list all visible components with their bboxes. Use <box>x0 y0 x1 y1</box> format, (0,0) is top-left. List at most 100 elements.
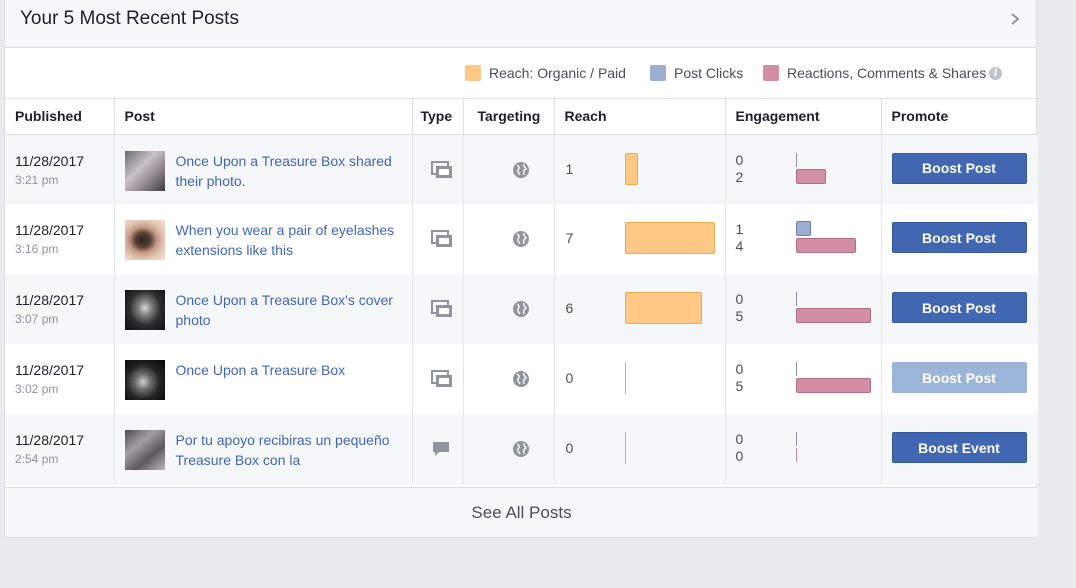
reach-value: 6 <box>565 300 574 316</box>
shared-photo-icon <box>430 370 453 391</box>
reactions-value: 5 <box>735 308 744 324</box>
post-clicks-bar <box>795 362 797 376</box>
reach-bar <box>624 432 626 464</box>
published-date: 11/28/2017 <box>15 152 85 169</box>
post-link[interactable]: Once Upon a Treasure Box shared their ph… <box>176 151 401 191</box>
reactions-value: 0 <box>735 448 744 464</box>
post-link[interactable]: Once Upon a Treasure Box's cover photo <box>176 290 401 330</box>
post-thumbnail[interactable] <box>124 360 165 400</box>
chevron-right-icon[interactable] <box>1008 12 1022 26</box>
legend: Reach: Organic / Paid Post Clicks Reacti… <box>5 48 1036 99</box>
reach-cell: 1 <box>554 134 726 204</box>
legend-label-post-clicks: Post Clicks <box>674 65 744 81</box>
targeting-cell <box>463 204 555 274</box>
boost-button[interactable]: Boost Post <box>891 362 1027 393</box>
published-time: 2:54 pm <box>15 452 59 466</box>
legend-swatch-reactions <box>763 65 779 81</box>
panel-title: Your 5 Most Recent Posts <box>20 8 239 29</box>
info-icon[interactable]: i <box>989 66 1003 80</box>
post-cell: Once Upon a Treasure Box's cover photo <box>114 274 413 344</box>
column-header-post: Post <box>114 99 413 135</box>
engagement-cell: 0 5 <box>725 274 882 344</box>
targeting-cell <box>463 414 555 484</box>
post-clicks-bar <box>795 292 797 306</box>
published-cell: 11/28/2017 3:21 pm <box>5 134 115 204</box>
promote-cell: Boost Post <box>881 204 1038 274</box>
legend-label-reactions: Reactions, Comments & Shares <box>787 65 987 81</box>
targeting-cell <box>463 344 555 414</box>
table-row: 11/28/2017 3:21 pm Once Upon a Treasure … <box>5 134 1038 204</box>
shared-photo-icon <box>430 160 453 182</box>
boost-button[interactable]: Boost Post <box>891 152 1027 184</box>
table-row: 11/28/2017 3:02 pm Once Upon a Treasure … <box>5 344 1038 414</box>
table-row: 11/28/2017 3:16 pm When you wear a pair … <box>5 204 1038 274</box>
post-cell: Por tu apoyo recibiras un pequeño Treasu… <box>114 414 413 484</box>
globe-icon[interactable] <box>512 370 530 391</box>
promote-cell: Boost Post <box>881 344 1038 414</box>
published-cell: 11/28/2017 3:02 pm <box>5 344 115 414</box>
engagement-cell: 0 0 <box>725 414 882 484</box>
type-cell <box>412 134 464 204</box>
boost-button[interactable]: Boost Post <box>891 292 1027 323</box>
post-link[interactable]: Por tu apoyo recibiras un pequeño Treasu… <box>176 430 401 470</box>
post-cell: Once Upon a Treasure Box shared their ph… <box>114 134 413 204</box>
reach-bar <box>624 152 638 185</box>
published-cell: 11/28/2017 2:54 pm <box>5 414 115 484</box>
globe-icon[interactable] <box>512 230 530 251</box>
boost-button[interactable]: Boost Event <box>891 432 1027 463</box>
post-cell: Once Upon a Treasure Box <box>114 344 413 414</box>
promote-cell: Boost Post <box>881 134 1038 204</box>
post-thumbnail[interactable] <box>124 430 165 470</box>
reach-cell: 0 <box>554 414 726 484</box>
published-time: 3:21 pm <box>15 172 59 187</box>
post-clicks-value: 0 <box>735 291 744 307</box>
reach-value: 0 <box>565 440 574 456</box>
globe-icon[interactable] <box>512 440 530 461</box>
type-cell <box>412 344 464 414</box>
shared-photo-icon <box>430 230 453 251</box>
post-clicks-bar <box>795 221 811 236</box>
legend-label-reach: Reach: Organic / Paid <box>489 65 626 81</box>
reactions-value: 4 <box>735 238 744 254</box>
post-clicks-value: 1 <box>735 221 744 237</box>
column-header-type: Type <box>412 99 464 135</box>
published-date: 11/28/2017 <box>15 222 85 238</box>
reach-bar <box>624 362 626 394</box>
post-thumbnail[interactable] <box>124 220 165 260</box>
column-header-targeting: Targeting <box>463 99 555 135</box>
globe-icon[interactable] <box>512 161 530 182</box>
reach-cell: 0 <box>554 344 726 414</box>
published-time: 3:16 pm <box>15 242 59 256</box>
legend-item-reactions: Reactions, Comments & Shares i <box>763 65 1003 81</box>
post-clicks-bar <box>795 432 797 446</box>
reactions-value: 2 <box>735 168 744 185</box>
reach-cell: 6 <box>554 274 726 344</box>
type-cell <box>412 414 464 484</box>
table-header-row: Published Post Type Targeting Reach Enga… <box>5 99 1038 135</box>
post-link[interactable]: Once Upon a Treasure Box <box>176 360 401 380</box>
type-cell <box>412 204 464 274</box>
globe-icon[interactable] <box>512 300 530 321</box>
engagement-cell: 0 2 <box>725 134 882 204</box>
legend-item-post-clicks: Post Clicks <box>650 65 743 81</box>
post-clicks-value: 0 <box>735 151 744 168</box>
type-cell <box>412 274 464 344</box>
column-header-promote: Promote <box>881 99 1038 135</box>
post-link[interactable]: When you wear a pair of eyelashes extens… <box>176 220 401 260</box>
published-cell: 11/28/2017 3:07 pm <box>5 274 115 344</box>
boost-button[interactable]: Boost Post <box>891 222 1027 253</box>
promote-cell: Boost Post <box>881 274 1038 344</box>
table-row: 11/28/2017 2:54 pm Por tu apoyo recibira… <box>5 414 1038 484</box>
post-clicks-bar <box>795 152 797 167</box>
panel-header[interactable]: Your 5 Most Recent Posts <box>5 0 1036 48</box>
post-thumbnail[interactable] <box>124 150 165 191</box>
reach-bar <box>624 292 702 324</box>
post-thumbnail[interactable] <box>124 290 165 330</box>
see-all-posts-link[interactable]: See All Posts <box>5 487 1038 537</box>
reach-cell: 7 <box>554 204 726 274</box>
post-cell: When you wear a pair of eyelashes extens… <box>114 204 413 274</box>
post-clicks-value: 0 <box>735 361 744 377</box>
reactions-bar <box>795 238 856 253</box>
column-header-published: Published <box>5 99 115 135</box>
targeting-cell <box>463 274 555 344</box>
